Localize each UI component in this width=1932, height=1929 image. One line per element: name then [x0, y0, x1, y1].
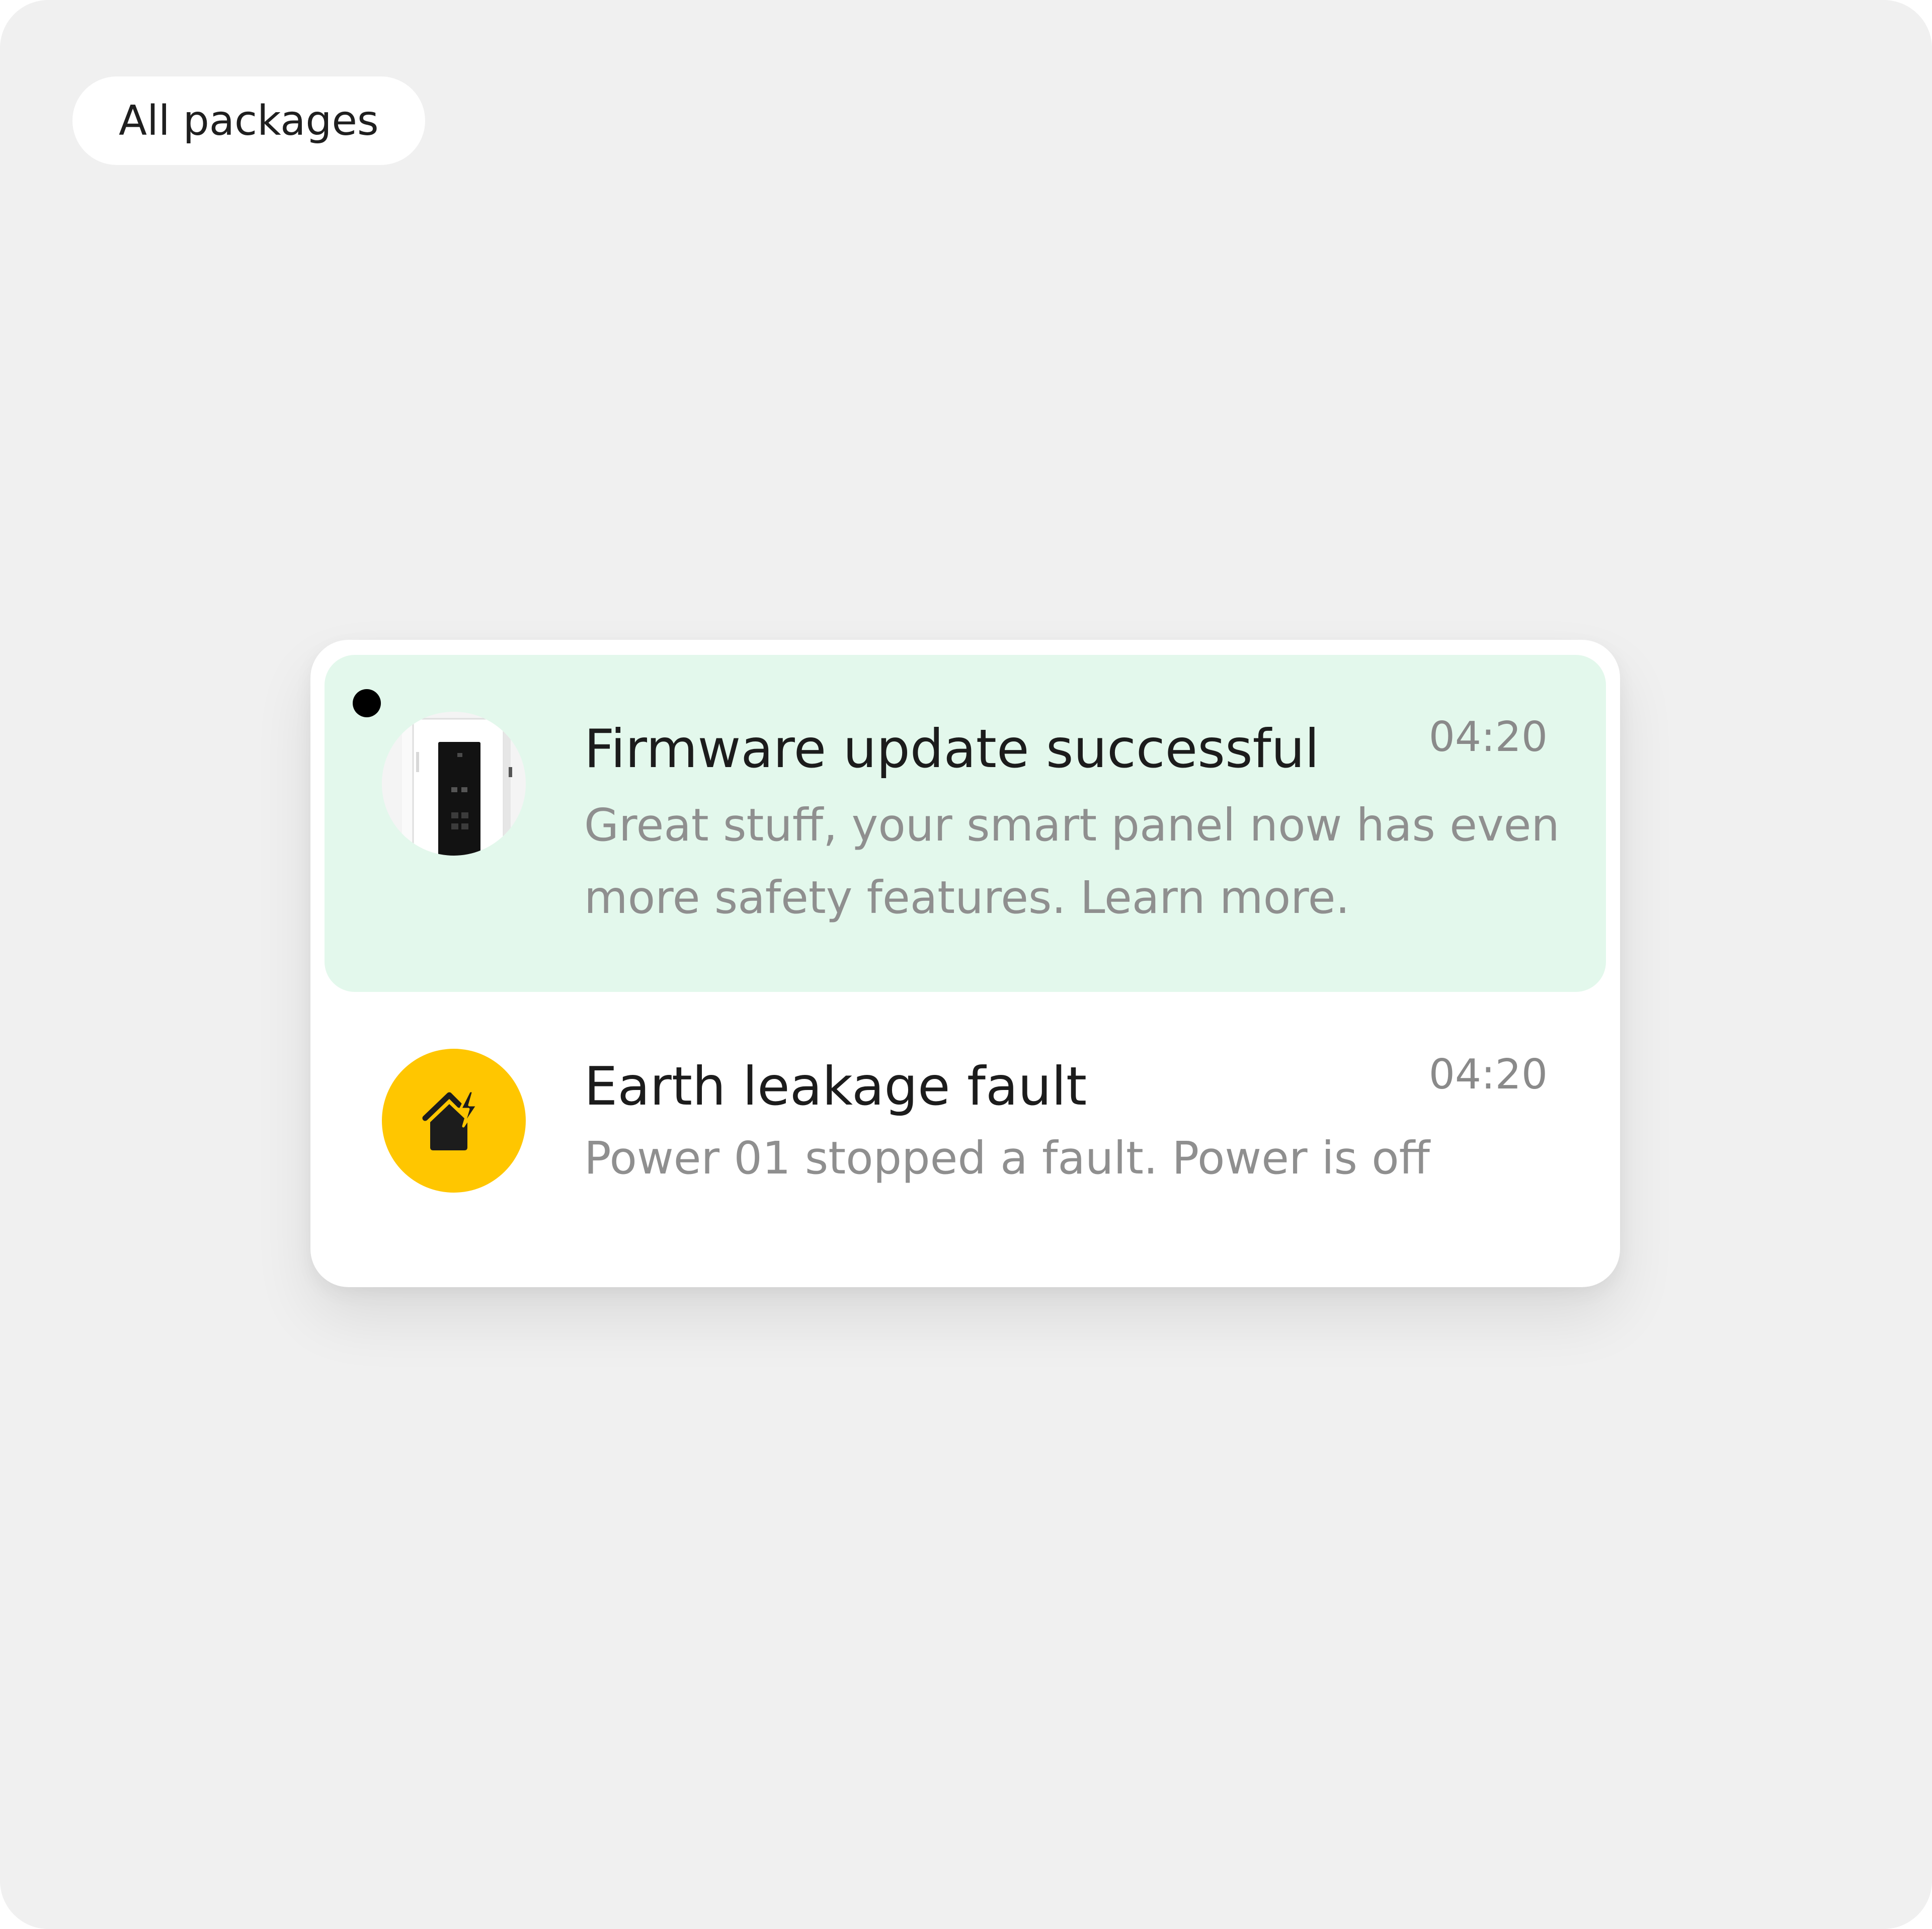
notification-body: Great stuff, your smart panel now has ev…: [584, 799, 1560, 924]
notification-title: Earth leakage fault: [584, 1056, 1087, 1117]
notification-item-firmware-update[interactable]: Firmware update successful 04:20 Great s…: [325, 655, 1606, 992]
notification-title: Firmware update successful: [584, 718, 1320, 780]
notification-item-earth-leakage[interactable]: Earth leakage fault 04:20 Power 01 stopp…: [325, 992, 1606, 1287]
house-lightning-icon: [422, 1089, 479, 1150]
filter-label: All packages: [119, 97, 379, 145]
screen: All packages Firmware update successful …: [0, 0, 1932, 1929]
smart-panel-thumbnail: [382, 712, 526, 856]
notification-body: Power 01 stopped a fault. Power is off: [584, 1132, 1430, 1184]
notification-time: 04:20: [1428, 1051, 1548, 1099]
notifications-card: Firmware update successful 04:20 Great s…: [310, 640, 1620, 1287]
all-packages-filter-button[interactable]: All packages: [72, 76, 425, 165]
warning-badge: [382, 1049, 526, 1193]
notification-time: 04:20: [1428, 713, 1548, 761]
unread-indicator: [353, 689, 381, 717]
